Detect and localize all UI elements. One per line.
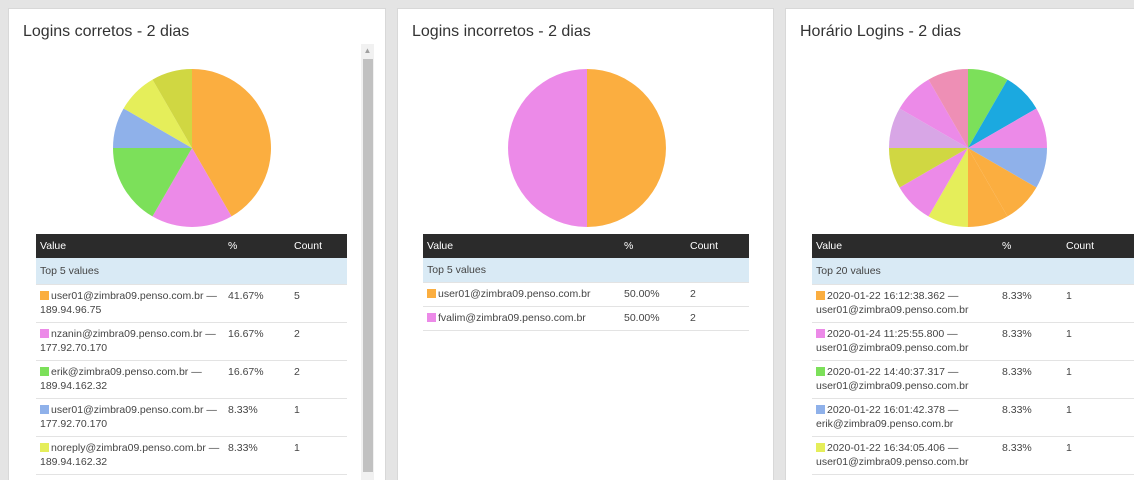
row-count: 2 xyxy=(686,306,749,331)
table-row[interactable]: fvalim@zimbra09.penso.com.br 50.00% 2 xyxy=(423,306,749,331)
legend-swatch xyxy=(40,328,49,338)
percent-header: % xyxy=(224,234,290,258)
row-count: 1 xyxy=(1062,436,1134,475)
row-percent: 8.33% xyxy=(998,284,1062,323)
value-header: Value xyxy=(36,234,224,258)
table-row[interactable]: user01@zimbra09.penso.com.br — 177.92.70… xyxy=(36,398,347,437)
table-row[interactable]: nzanin@zimbra09.penso.com.br — 177.92.70… xyxy=(36,322,347,361)
row-count: 1 xyxy=(290,398,347,437)
group-label: Top 5 values xyxy=(423,258,749,283)
group-label: Top 20 values xyxy=(812,258,1134,285)
table-row[interactable]: 2020-01-24 11:25:55.800 — user01@zimbra0… xyxy=(812,322,1134,361)
legend-swatch xyxy=(40,442,49,452)
panel-title: Logins incorretos - 2 dias xyxy=(412,23,591,40)
row-value: nzanin@zimbra09.penso.com.br — 177.92.70… xyxy=(40,327,216,354)
values-table: Value % Count Top 5 values user01@zimbra… xyxy=(423,234,749,331)
row-count: 1 xyxy=(1062,360,1134,399)
pie-slice-1[interactable] xyxy=(587,69,666,227)
table-row[interactable]: 2020-01-22 14:40:37.317 — user01@zimbra0… xyxy=(812,360,1134,399)
legend-swatch xyxy=(816,366,825,376)
group-label: Top 5 values xyxy=(36,258,347,285)
legend-swatch xyxy=(427,312,436,322)
percent-header: % xyxy=(998,234,1062,258)
row-count: 1 xyxy=(290,436,347,475)
row-value: user01@zimbra09.penso.com.br — 177.92.70… xyxy=(40,403,217,430)
row-percent: 8.33% xyxy=(998,398,1062,437)
group-row: Top 5 values xyxy=(423,258,749,283)
group-row: Top 5 values xyxy=(36,258,347,285)
row-percent: 50.00% xyxy=(620,282,686,307)
legend-swatch xyxy=(816,328,825,338)
value-header: Value xyxy=(812,234,998,258)
table-row[interactable]: user01@zimbra09.penso.com.br 50.00% 2 xyxy=(423,282,749,307)
row-percent: 16.67% xyxy=(224,360,290,399)
table-row[interactable]: erik@zimbra09.penso.com.br — 189.94.162.… xyxy=(36,360,347,399)
legend-swatch xyxy=(816,404,825,414)
row-value: 2020-01-22 16:01:42.378 — erik@zimbra09.… xyxy=(816,403,959,430)
table-header: Value % Count xyxy=(812,234,1134,258)
row-count: 1 xyxy=(1062,284,1134,323)
row-value: user01@zimbra09.penso.com.br xyxy=(438,287,591,300)
count-header: Count xyxy=(1062,234,1134,258)
table-row[interactable]: 2020-01-22 16:01:42.378 — erik@zimbra09.… xyxy=(812,398,1134,437)
pie-chart xyxy=(889,69,1047,227)
panel-logins-corretos: Logins corretos - 2 dias Value % Count T… xyxy=(8,8,386,480)
row-count: 1 xyxy=(1062,398,1134,437)
table-row[interactable]: noreply@zimbra09.penso.com.br — 189.94.1… xyxy=(36,436,347,475)
panel-horario-logins: Horário Logins - 2 dias Value % Count To… xyxy=(785,8,1134,480)
table-row[interactable]: user01@zimbra09.penso.com.br — 189.94.96… xyxy=(36,284,347,323)
row-value: noreply@zimbra09.penso.com.br — 189.94.1… xyxy=(40,441,220,468)
legend-swatch xyxy=(816,290,825,300)
row-percent: 41.67% xyxy=(224,284,290,323)
row-value: user01@zimbra09.penso.com.br — 189.94.96… xyxy=(40,289,217,316)
legend-swatch xyxy=(816,442,825,452)
row-count: 1 xyxy=(1062,322,1134,361)
table-header: Value % Count xyxy=(423,234,749,258)
count-header: Count xyxy=(686,234,749,258)
row-count: 2 xyxy=(290,360,347,399)
pie-chart xyxy=(112,69,271,227)
row-percent: 50.00% xyxy=(620,306,686,331)
panel-title: Logins corretos - 2 dias xyxy=(23,23,190,40)
group-row: Top 20 values xyxy=(812,258,1134,285)
table-row[interactable]: 2020-01-22 16:12:38.362 — user01@zimbra0… xyxy=(812,284,1134,323)
row-count: 5 xyxy=(290,284,347,323)
count-header: Count xyxy=(290,234,347,258)
row-value: fvalim@zimbra09.penso.com.br xyxy=(438,311,586,324)
row-percent: 8.33% xyxy=(998,322,1062,361)
legend-swatch xyxy=(40,366,49,376)
legend-swatch xyxy=(40,290,49,300)
row-value: 2020-01-22 16:12:38.362 — user01@zimbra0… xyxy=(816,289,969,316)
panel-logins-incorretos: Logins incorretos - 2 dias Value % Count… xyxy=(397,8,774,480)
table-row[interactable]: 2020-01-22 16:34:05.406 — user01@zimbra0… xyxy=(812,436,1134,475)
scrollbar-thumb[interactable] xyxy=(363,59,373,472)
row-count: 2 xyxy=(686,282,749,307)
pie-chart xyxy=(508,69,666,227)
values-table: Value % Count Top 20 values 2020-01-22 1… xyxy=(812,234,1134,475)
row-value: erik@zimbra09.penso.com.br — 189.94.162.… xyxy=(40,365,202,392)
value-header: Value xyxy=(423,234,620,258)
pie-slice-2[interactable] xyxy=(508,69,587,227)
legend-swatch xyxy=(40,404,49,414)
row-percent: 8.33% xyxy=(998,360,1062,399)
panel-title: Horário Logins - 2 dias xyxy=(800,23,961,40)
row-percent: 8.33% xyxy=(224,398,290,437)
row-value: 2020-01-24 11:25:55.800 — user01@zimbra0… xyxy=(816,327,969,354)
row-percent: 16.67% xyxy=(224,322,290,361)
row-count: 2 xyxy=(290,322,347,361)
percent-header: % xyxy=(620,234,686,258)
row-percent: 8.33% xyxy=(224,436,290,475)
values-table: Value % Count Top 5 values user01@zimbra… xyxy=(36,234,347,475)
scroll-up-arrow-icon[interactable]: ▲ xyxy=(361,44,374,58)
row-percent: 8.33% xyxy=(998,436,1062,475)
row-value: 2020-01-22 16:34:05.406 — user01@zimbra0… xyxy=(816,441,969,468)
row-value: 2020-01-22 14:40:37.317 — user01@zimbra0… xyxy=(816,365,969,392)
legend-swatch xyxy=(427,288,436,298)
table-header: Value % Count xyxy=(36,234,347,258)
